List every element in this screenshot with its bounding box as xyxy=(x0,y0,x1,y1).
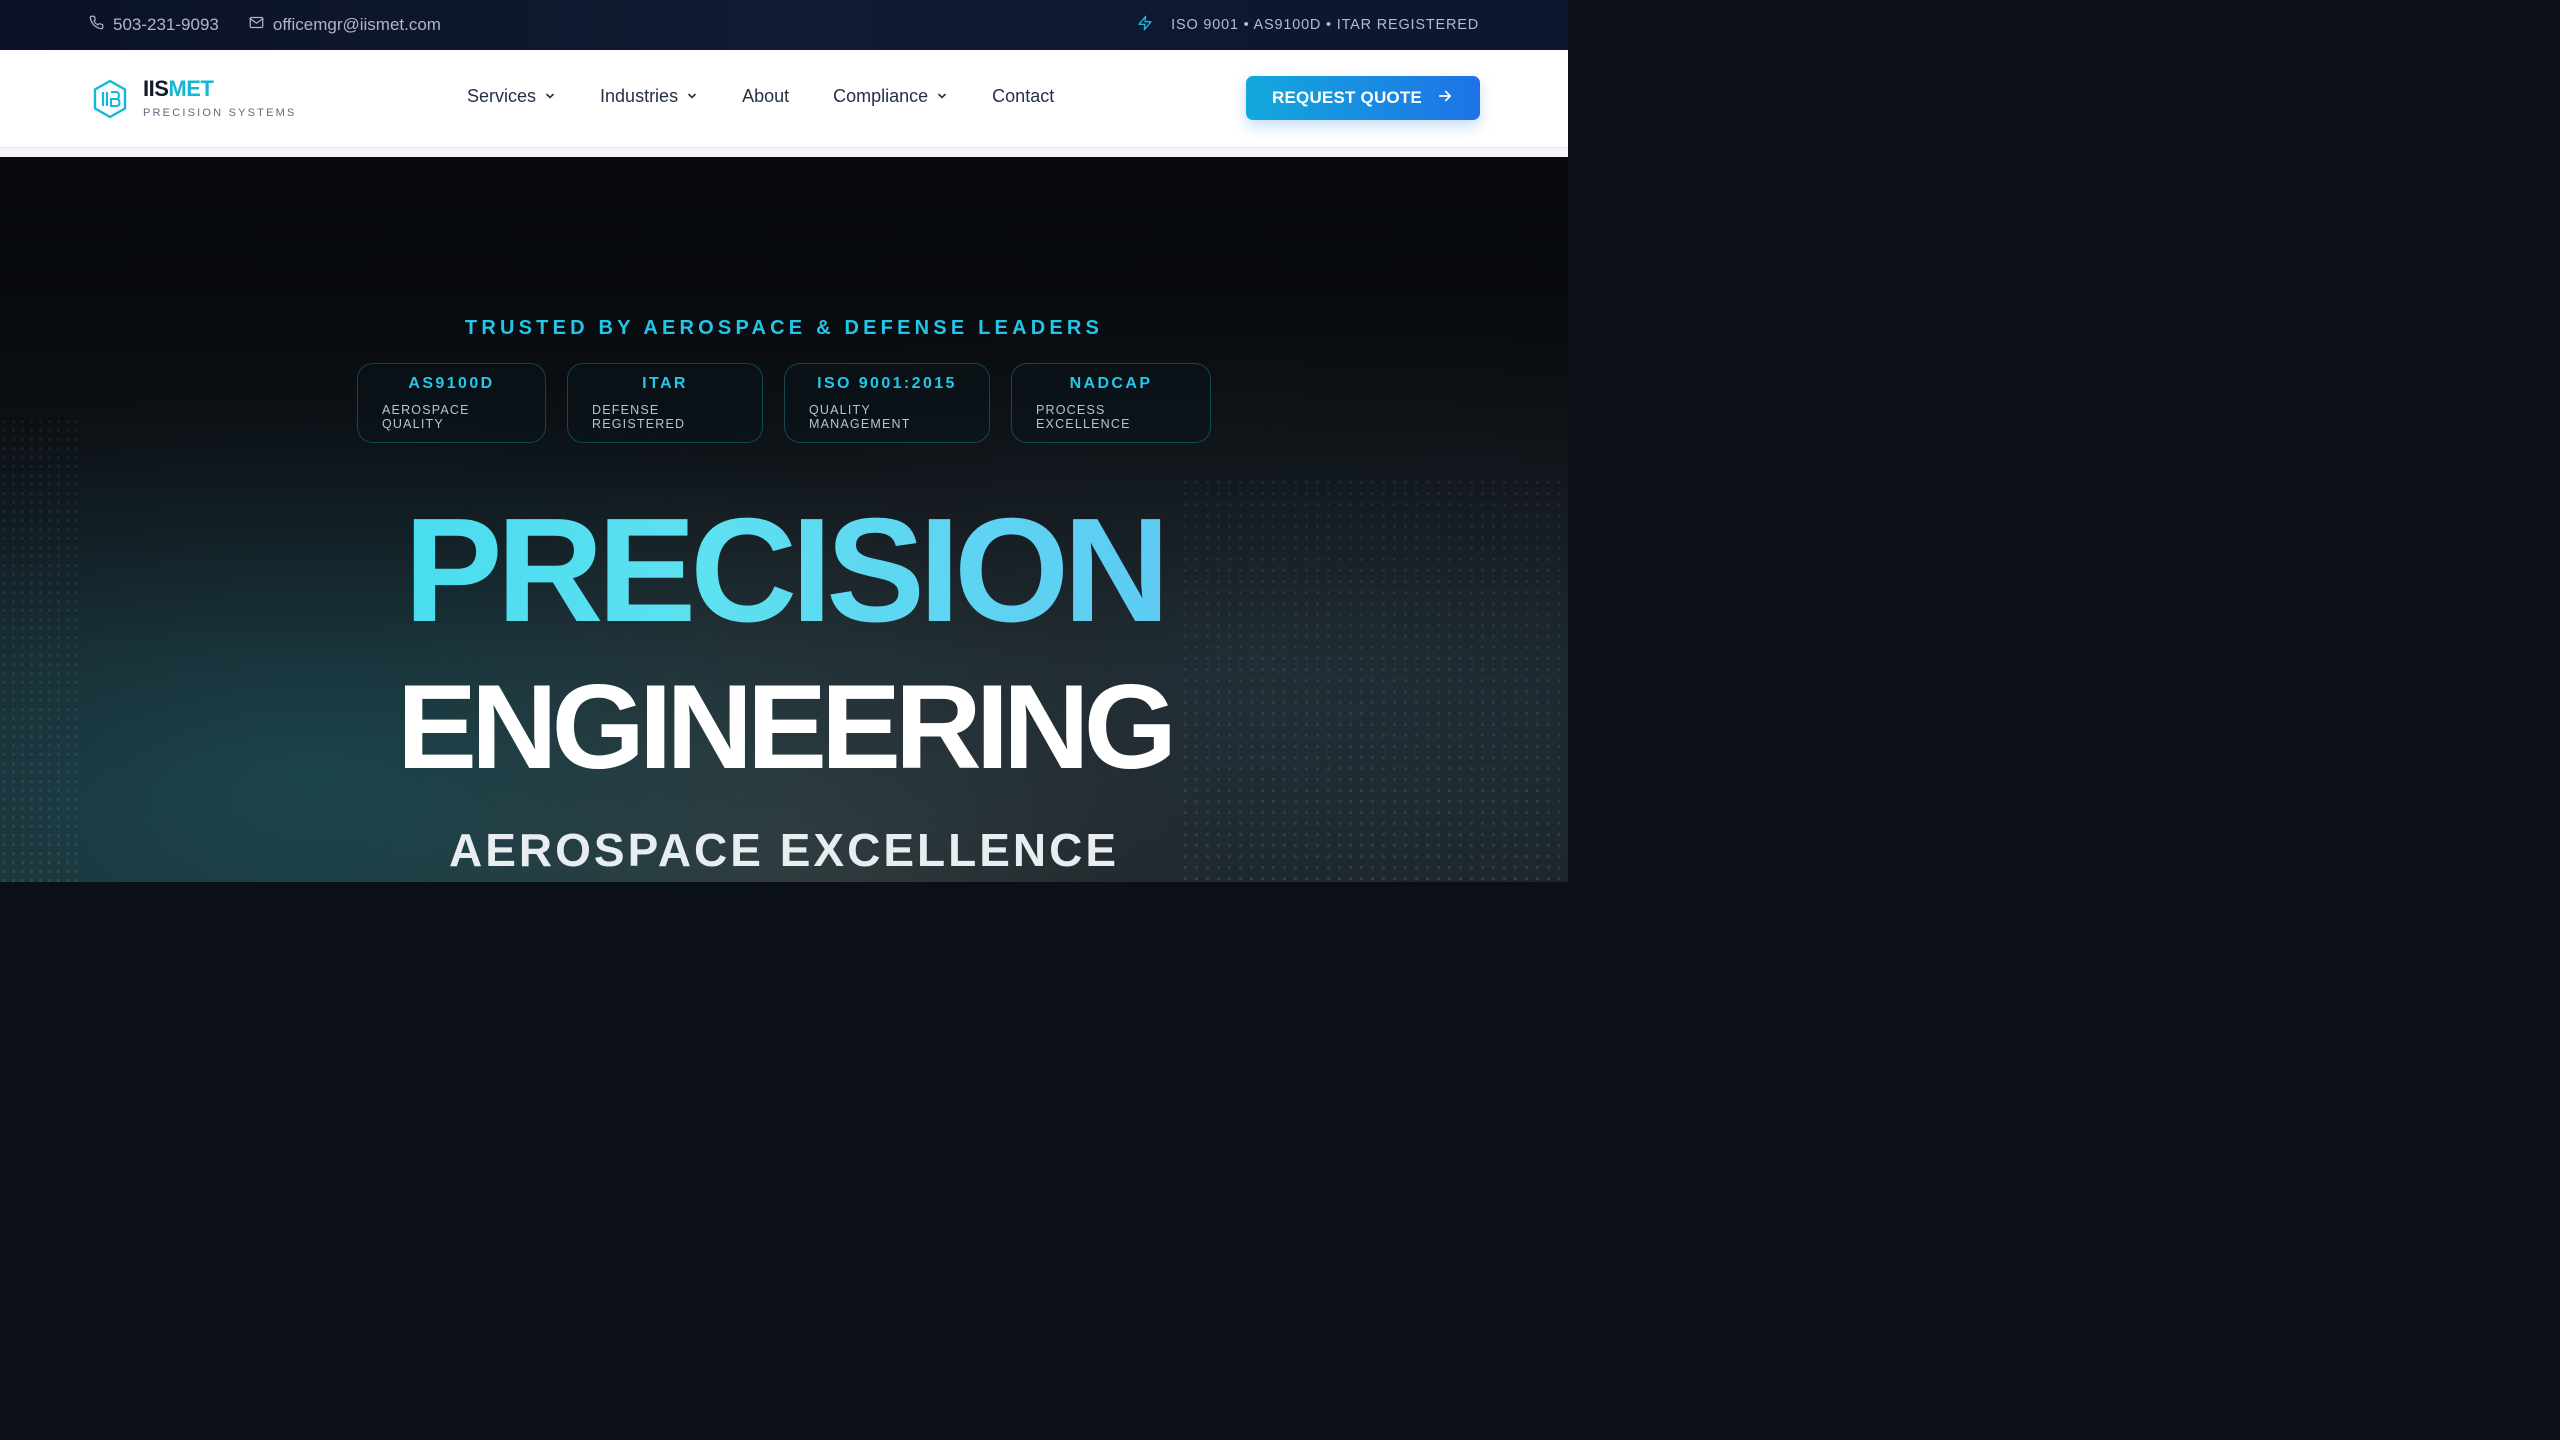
nav-compliance[interactable]: Compliance xyxy=(833,86,948,107)
nav-contact[interactable]: Contact xyxy=(992,86,1054,107)
hexagon-logo-icon xyxy=(92,79,128,119)
email-address: officemgr@iismet.com xyxy=(272,15,441,34)
hero-subheadline: AEROSPACE EXCELLENCE xyxy=(448,824,1120,876)
nav-about[interactable]: About xyxy=(742,86,789,107)
phone-icon xyxy=(89,15,104,35)
hero-section: TRUSTED BY AEROSPACE & DEFENSE LEADERS A… xyxy=(0,157,1568,882)
nav-about-label: About xyxy=(742,86,790,106)
brand-name-part1: IIS xyxy=(143,76,169,101)
brand-logo[interactable]: IISMET PRECISION SYSTEMS xyxy=(92,78,297,119)
badge-title: AS9100D xyxy=(408,375,495,392)
main-navbar: IISMET PRECISION SYSTEMS Services Indust… xyxy=(0,50,1568,148)
brand-subtitle: PRECISION SYSTEMS xyxy=(143,107,297,119)
badge-iso-9001: ISO 9001:2015 QUALITY MANAGEMENT xyxy=(784,363,990,443)
request-quote-button[interactable]: REQUEST QUOTE xyxy=(1246,76,1480,120)
nav-compliance-label: Compliance xyxy=(833,86,929,106)
badge-desc: DEFENSE REGISTERED xyxy=(592,403,686,431)
primary-menu: Services Industries About Compliance Con… xyxy=(467,86,1054,107)
brand-text: IISMET PRECISION SYSTEMS xyxy=(143,78,297,120)
badge-title: NADCAP xyxy=(1069,375,1153,392)
badge-title: ISO 9001:2015 xyxy=(817,375,957,392)
nav-services[interactable]: Services xyxy=(467,86,556,107)
badge-as9100d: AS9100D AEROSPACE QUALITY xyxy=(357,363,546,443)
hero-tagline: TRUSTED BY AEROSPACE & DEFENSE LEADERS xyxy=(464,317,1104,339)
badge-desc: PROCESS EXCELLENCE xyxy=(1036,403,1131,431)
request-quote-label: REQUEST QUOTE xyxy=(1272,88,1422,107)
nav-industries[interactable]: Industries xyxy=(600,86,698,107)
certification-badges: AS9100D AEROSPACE QUALITY ITAR DEFENSE R… xyxy=(357,363,1211,443)
chevron-down-icon xyxy=(936,86,948,107)
certification-text: ISO 9001 • AS9100D • ITAR REGISTERED xyxy=(1171,17,1479,33)
brand-name: IISMET xyxy=(143,78,297,100)
badge-itar: ITAR DEFENSE REGISTERED xyxy=(567,363,763,443)
hero-headline-line1: PRECISION xyxy=(0,497,1568,645)
nav-contact-label: Contact xyxy=(992,86,1055,106)
navbar-divider xyxy=(0,148,1568,157)
arrow-right-icon xyxy=(1436,87,1454,110)
brand-name-part2: MET xyxy=(168,76,214,101)
badge-title: ITAR xyxy=(642,375,688,392)
phone-number: 503-231-9093 xyxy=(113,15,219,34)
chevron-down-icon xyxy=(686,86,698,107)
email-link[interactable]: officemgr@iismet.com xyxy=(249,15,441,35)
lightning-icon xyxy=(1137,15,1153,35)
nav-services-label: Services xyxy=(467,86,537,106)
chevron-down-icon xyxy=(544,86,556,107)
nav-industries-label: Industries xyxy=(600,86,679,106)
contact-info: 503-231-9093 officemgr@iismet.com xyxy=(89,15,441,35)
certification-strip: ISO 9001 • AS9100D • ITAR REGISTERED xyxy=(1137,15,1479,35)
phone-link[interactable]: 503-231-9093 xyxy=(89,15,219,35)
hero-content: TRUSTED BY AEROSPACE & DEFENSE LEADERS A… xyxy=(0,157,1568,882)
top-contact-bar: 503-231-9093 officemgr@iismet.com ISO 90… xyxy=(0,0,1568,50)
badge-nadcap: NADCAP PROCESS EXCELLENCE xyxy=(1011,363,1211,443)
badge-desc: QUALITY MANAGEMENT xyxy=(809,403,911,431)
badge-desc: AEROSPACE QUALITY xyxy=(382,403,470,431)
hero-headline-line2: ENGINEERING xyxy=(396,660,1177,794)
mail-icon xyxy=(249,15,264,35)
